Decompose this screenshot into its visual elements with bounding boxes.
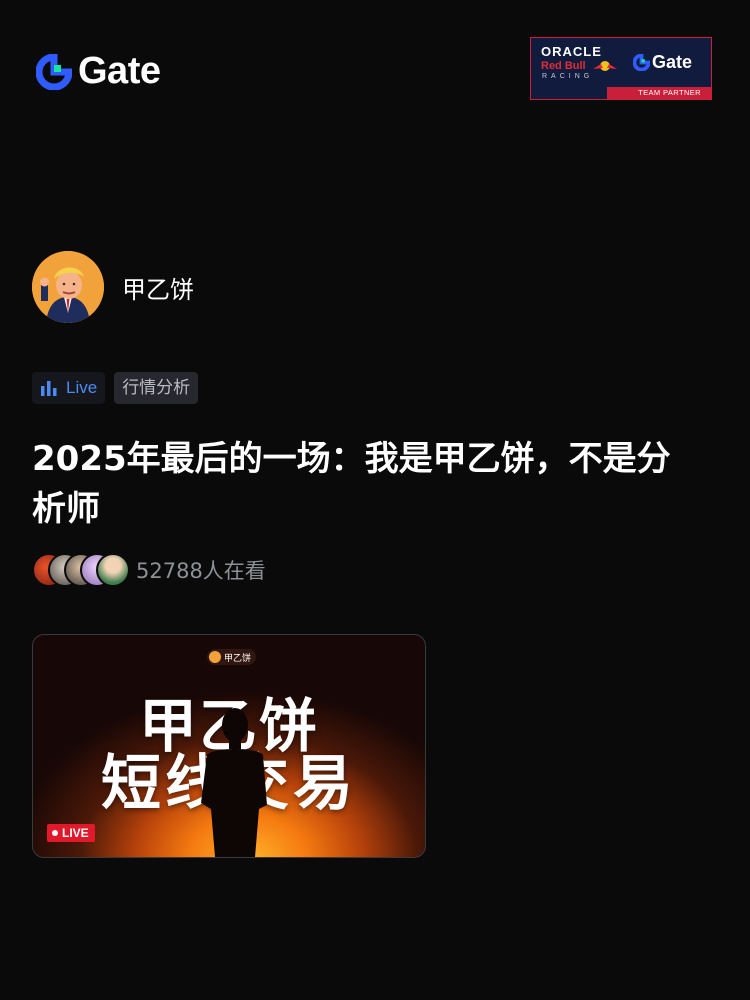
host-avatar[interactable] [32, 251, 104, 323]
bar-chart-icon [41, 381, 57, 396]
channel-avatar-icon [209, 651, 221, 663]
gate-logo-icon [633, 54, 650, 71]
live-badge-label: LIVE [62, 826, 89, 840]
viewer-avatar [96, 553, 130, 587]
red-bull-icon [593, 61, 617, 71]
channel-chip-label: 甲乙饼 [224, 653, 252, 664]
stream-tags: Live 行情分析 [32, 372, 199, 404]
team-partner-badge: ORACLE Red Bull RACING Gate TEAM PARTNER [530, 37, 712, 100]
gate-logo-icon [36, 53, 72, 90]
silhouette-figure-icon [201, 708, 267, 857]
gate-logo-text: Gate [78, 50, 161, 92]
live-badge: LIVE [47, 824, 95, 842]
channel-chip: 甲乙饼 [207, 649, 257, 665]
category-tag[interactable]: 行情分析 [114, 372, 199, 404]
host-name[interactable]: 甲乙饼 [122, 270, 194, 305]
racing-text: RACING [542, 73, 594, 80]
gate-logo: Gate [36, 50, 161, 93]
live-tag: Live [32, 372, 106, 404]
viewer-count: 52788人在看 [136, 559, 266, 583]
live-tag-label: Live [66, 378, 98, 397]
red-bull-text: Red Bull [541, 60, 586, 72]
oracle-text: ORACLE [541, 44, 602, 59]
host-avatar-icon [32, 251, 104, 323]
viewer-info: 52788人在看 [32, 553, 266, 587]
partner-gate-text: Gate [652, 52, 693, 72]
viewer-avatars [32, 553, 130, 587]
stream-thumbnail[interactable]: 甲乙饼 甲乙饼 短线交易 LIVE [32, 634, 426, 858]
stream-title: 2025年最后的一场：我是甲乙饼，不是分析师 [32, 439, 671, 529]
team-partner-strip: TEAM PARTNER [607, 87, 711, 99]
partner-gate-logo: Gate [633, 52, 692, 73]
host-profile[interactable]: 甲乙饼 [32, 251, 194, 323]
live-dot-icon [52, 830, 58, 836]
